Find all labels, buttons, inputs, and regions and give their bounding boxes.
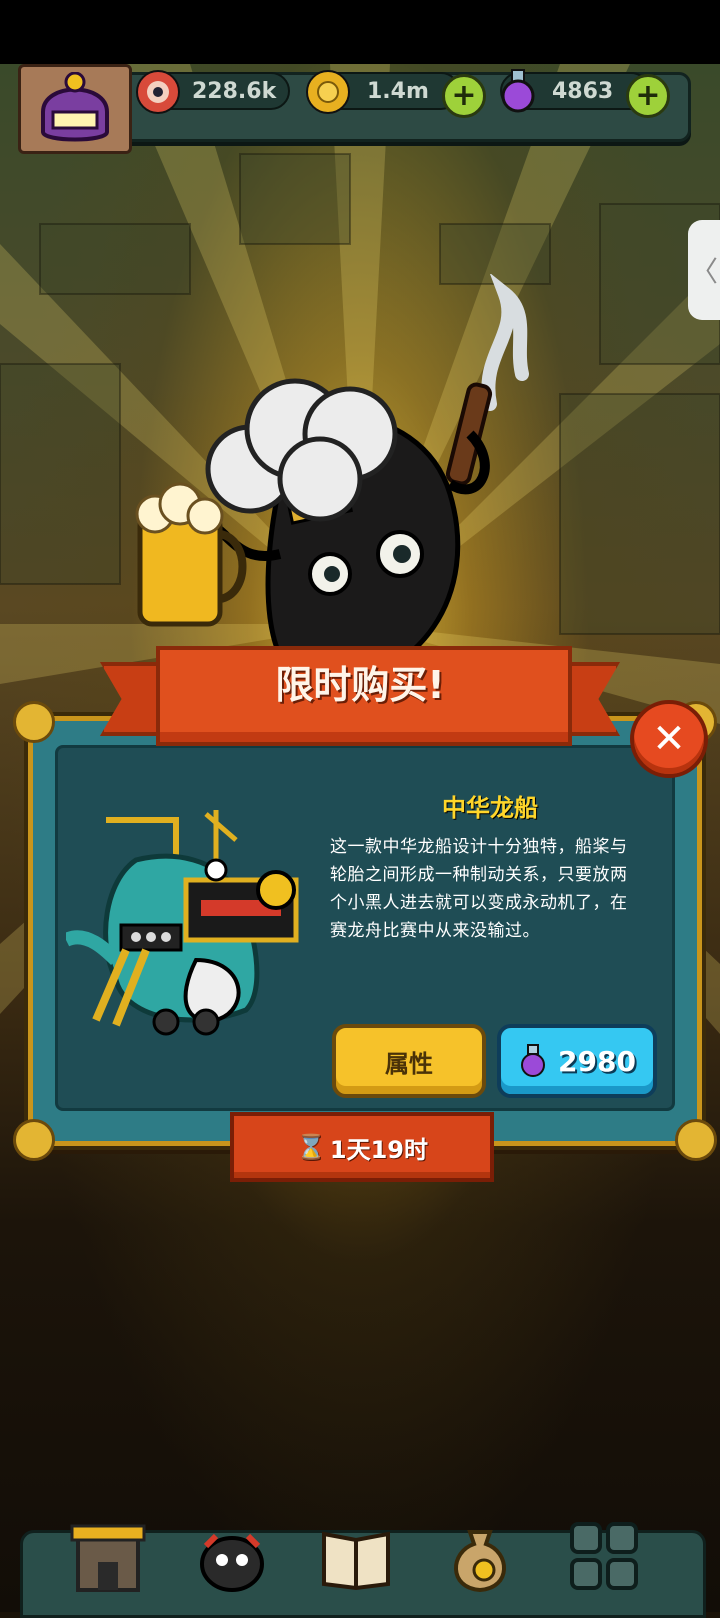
offer-timer: ⌛ 1天19时	[230, 1112, 494, 1182]
close-button[interactable]: ✕	[630, 700, 708, 778]
monster-avatar-icon	[41, 72, 109, 142]
money-bag-icon	[454, 1530, 506, 1593]
offer-ribbon: 限时购买!	[100, 640, 620, 746]
potion-icon	[498, 68, 538, 114]
chevron-left-icon: 〈	[689, 255, 718, 288]
nav-building-button[interactable]	[62, 1510, 154, 1602]
add-coins-button[interactable]: +	[442, 74, 486, 118]
potion-icon	[521, 1044, 546, 1077]
eyeball-icon	[136, 70, 180, 114]
offer-title: 限时购买!	[275, 663, 445, 707]
player-avatar[interactable]	[18, 64, 132, 154]
timer-label: 1天19时	[329, 1135, 428, 1164]
panel-corner-ornament	[675, 1119, 717, 1161]
buy-button[interactable]: 2980	[497, 1024, 657, 1098]
attributes-button[interactable]: 属性	[332, 1024, 486, 1098]
nav-monster-button[interactable]	[186, 1510, 278, 1602]
monster-icon	[200, 1533, 264, 1592]
close-icon: ✕	[652, 716, 686, 762]
attributes-label: 属性	[385, 1049, 433, 1078]
nav-book-button[interactable]	[310, 1510, 402, 1602]
coin-icon	[306, 70, 350, 114]
price-label: 2980	[558, 1044, 636, 1078]
nav-bag-button[interactable]	[434, 1510, 526, 1602]
panel-corner-ornament	[13, 701, 55, 743]
building-icon	[70, 1524, 146, 1592]
add-potions-button[interactable]: +	[626, 74, 670, 118]
chef-character	[135, 274, 529, 687]
grid-menu-icon	[570, 1522, 638, 1590]
status-bar	[0, 0, 720, 64]
dragon-boat-image	[66, 810, 299, 1036]
book-icon	[322, 1531, 390, 1591]
item-description: 这一款中华龙船设计十分独特，船桨与轮胎之间形成一种制动关系，只要放两个小黑人进去…	[330, 837, 628, 941]
nav-menu-button[interactable]	[558, 1510, 650, 1602]
hourglass-icon: ⌛	[296, 1133, 326, 1161]
side-menu-tab[interactable]: 〈	[688, 220, 720, 320]
item-name: 中华龙船	[442, 794, 538, 822]
panel-corner-ornament	[13, 1119, 55, 1161]
